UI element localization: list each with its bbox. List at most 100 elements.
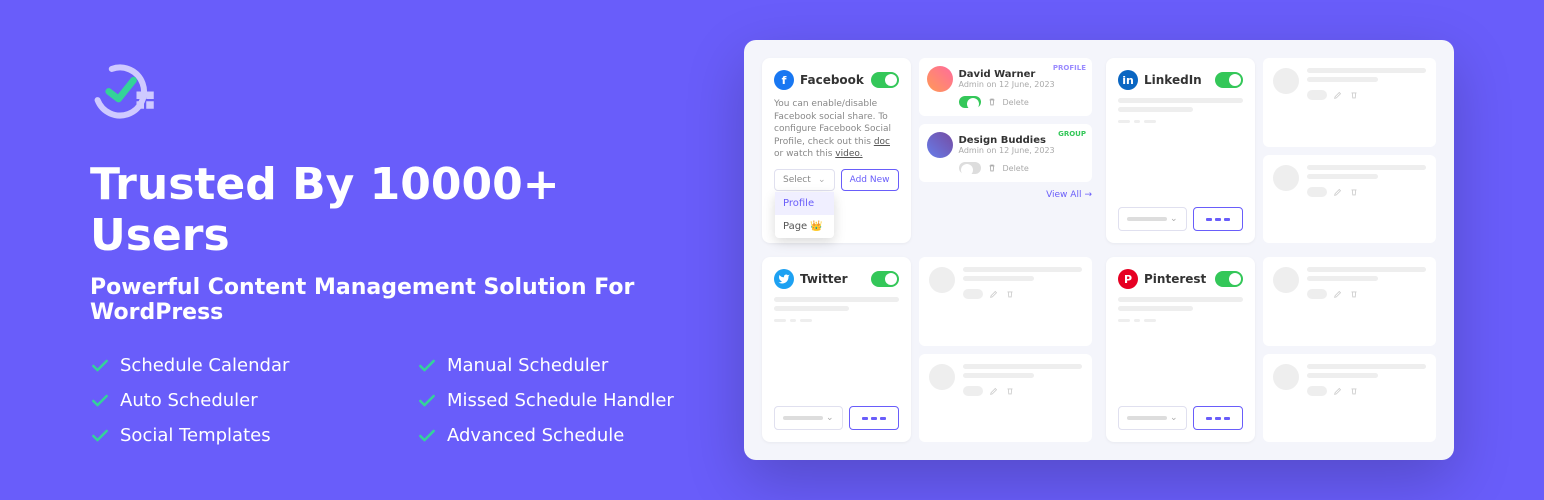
trash-icon [1349, 90, 1359, 100]
feature-label: Missed Schedule Handler [447, 390, 674, 411]
pinterest-toggle[interactable] [1215, 271, 1243, 287]
chevron-down-icon: ⌄ [818, 175, 826, 185]
trash-icon [1349, 289, 1359, 299]
doc-link[interactable]: doc [874, 137, 890, 147]
feature-item: Manual Scheduler [417, 355, 704, 376]
toggle-skeleton [1307, 187, 1327, 197]
add-new-button[interactable] [849, 406, 899, 430]
check-icon [90, 391, 110, 411]
facebook-title: Facebook [800, 73, 865, 87]
avatar-skeleton [1273, 364, 1299, 390]
chevron-down-icon: ⌄ [1170, 413, 1178, 423]
add-new-button[interactable]: Add New [841, 169, 899, 191]
profile-toggle[interactable] [959, 162, 981, 174]
twitter-toggle[interactable] [871, 271, 899, 287]
pencil-icon [1333, 289, 1343, 299]
arrow-right-icon: → [1084, 190, 1092, 200]
twitter-settings-card: Twitter ⌄ [762, 257, 911, 442]
trash-icon [987, 97, 997, 107]
check-icon [417, 391, 437, 411]
feature-label: Social Templates [120, 425, 271, 446]
facebook-icon: f [774, 70, 794, 90]
feature-list: Schedule Calendar Manual Scheduler Auto … [90, 355, 704, 446]
pencil-icon [1333, 386, 1343, 396]
product-logo [90, 54, 165, 129]
user-name: Design Buddies [959, 135, 1055, 146]
delete-button[interactable]: Delete [1003, 98, 1029, 107]
avatar-skeleton [1273, 68, 1299, 94]
profile-skeleton [1263, 58, 1437, 147]
chevron-down-icon: ⌄ [1170, 214, 1178, 224]
twitter-icon [774, 269, 794, 289]
twitter-title: Twitter [800, 272, 865, 286]
desc-text: or watch this [774, 149, 835, 159]
feature-label: Manual Scheduler [447, 355, 608, 376]
avatar [927, 132, 953, 158]
pinterest-icon: P [1118, 269, 1138, 289]
dropdown-option-profile[interactable]: Profile [775, 192, 834, 215]
type-select[interactable]: Select ⌄ Profile Page 👑 [774, 169, 835, 191]
pinterest-panel: P Pinterest ⌄ [1106, 257, 1436, 442]
linkedin-settings-card: in LinkedIn ⌄ [1106, 58, 1255, 243]
feature-item: Advanced Schedule [417, 425, 704, 446]
twitter-panel: Twitter ⌄ [762, 257, 1092, 442]
group-badge: GROUP [1058, 130, 1086, 138]
trash-icon [1005, 386, 1015, 396]
profile-skeleton [919, 257, 1093, 346]
toggle-skeleton [1307, 289, 1327, 299]
profile-toggle[interactable] [959, 96, 981, 108]
hero-subtitle: Powerful Content Management Solution For… [90, 275, 704, 325]
check-icon [90, 356, 110, 376]
linkedin-toggle[interactable] [1215, 72, 1243, 88]
dropdown-option-page[interactable]: Page 👑 [775, 215, 834, 238]
avatar-skeleton [929, 364, 955, 390]
type-select[interactable]: ⌄ [1118, 207, 1187, 231]
toggle-skeleton [963, 386, 983, 396]
linkedin-panel: in LinkedIn ⌄ [1106, 58, 1436, 243]
facebook-settings-card: f Facebook You can enable/disable Facebo… [762, 58, 911, 243]
video-link[interactable]: video. [835, 149, 862, 159]
linkedin-icon: in [1118, 70, 1138, 90]
pencil-icon [989, 289, 999, 299]
check-icon [417, 426, 437, 446]
feature-label: Advanced Schedule [447, 425, 624, 446]
type-select[interactable]: ⌄ [774, 406, 843, 430]
avatar [927, 66, 953, 92]
pencil-icon [989, 386, 999, 396]
select-label: Select [783, 175, 811, 185]
toggle-skeleton [1307, 90, 1327, 100]
view-all-link[interactable]: View All → [919, 190, 1093, 200]
feature-item: Auto Scheduler [90, 390, 377, 411]
profile-card: PROFILE David Warner Admin on 12 June, 2… [919, 58, 1093, 116]
trash-icon [1005, 289, 1015, 299]
type-select[interactable]: ⌄ [1118, 406, 1187, 430]
pencil-icon [1333, 187, 1343, 197]
select-dropdown: Profile Page 👑 [775, 192, 834, 238]
hero-title: Trusted By 10000+ Users [90, 159, 704, 261]
avatar-skeleton [1273, 267, 1299, 293]
trash-icon [1349, 187, 1359, 197]
profile-skeleton [1263, 354, 1437, 443]
profile-skeleton [1263, 155, 1437, 244]
feature-item: Missed Schedule Handler [417, 390, 704, 411]
linkedin-title: LinkedIn [1144, 73, 1209, 87]
toggle-skeleton [1307, 386, 1327, 396]
chevron-down-icon: ⌄ [826, 413, 834, 423]
hero-section: Trusted By 10000+ Users Powerful Content… [90, 54, 744, 446]
delete-button[interactable]: Delete [1003, 164, 1029, 173]
feature-label: Auto Scheduler [120, 390, 258, 411]
add-new-button[interactable] [1193, 406, 1243, 430]
check-icon [417, 356, 437, 376]
pinterest-title: Pinterest [1144, 272, 1209, 286]
crown-icon: 👑 [810, 221, 822, 232]
profile-skeleton [1263, 257, 1437, 346]
toggle-skeleton [963, 289, 983, 299]
add-new-button[interactable] [1193, 207, 1243, 231]
profile-badge: PROFILE [1053, 64, 1086, 72]
pinterest-settings-card: P Pinterest ⌄ [1106, 257, 1255, 442]
pencil-icon [1333, 90, 1343, 100]
feature-label: Schedule Calendar [120, 355, 289, 376]
facebook-toggle[interactable] [871, 72, 899, 88]
user-meta: Admin on 12 June, 2023 [959, 80, 1055, 89]
trash-icon [1349, 386, 1359, 396]
